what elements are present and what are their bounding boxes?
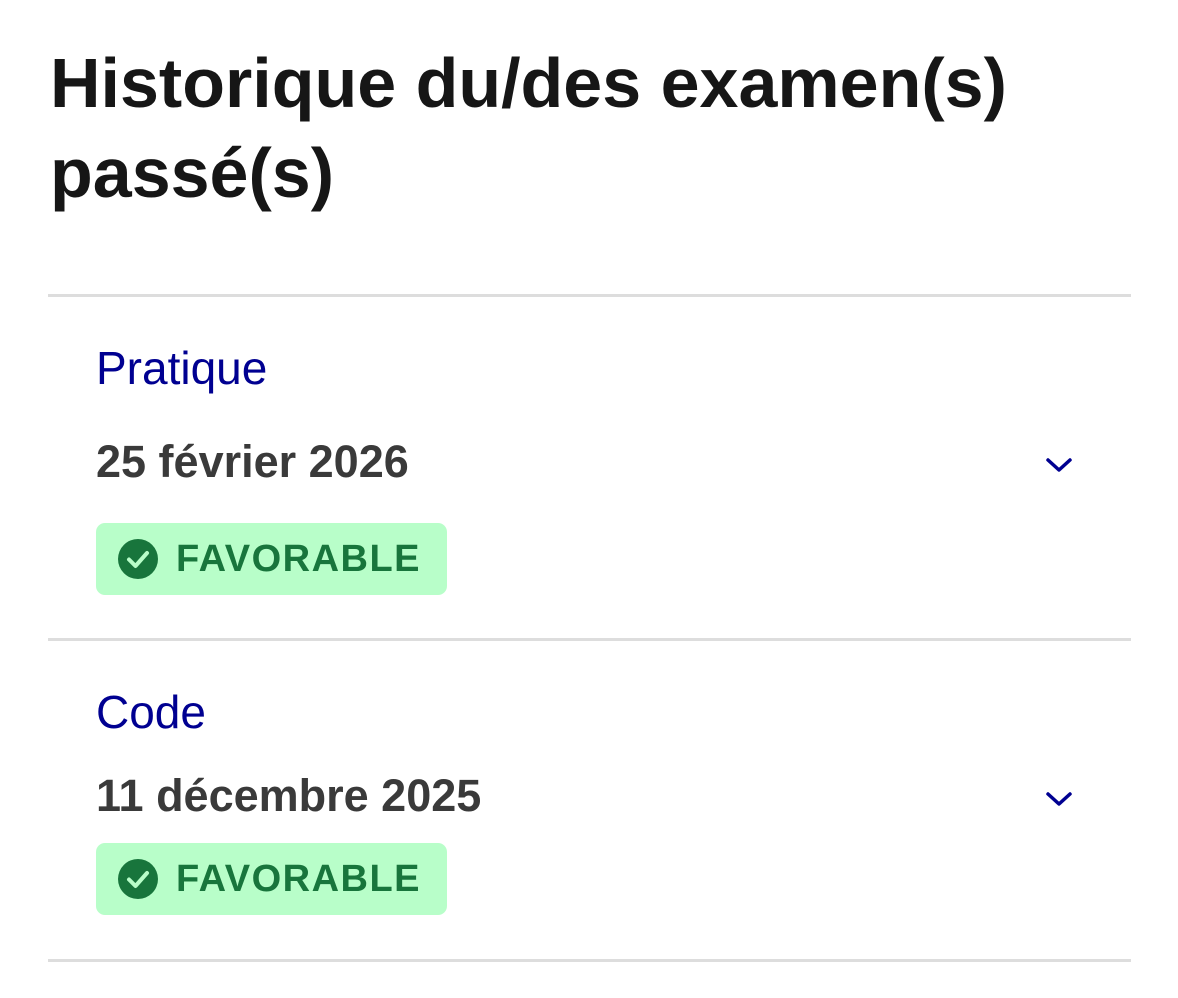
status-badge-label: FAVORABLE xyxy=(176,538,422,580)
status-badge: FAVORABLE xyxy=(96,523,447,595)
exam-date: 11 décembre 2025 xyxy=(96,770,482,821)
exam-item-code[interactable]: Code 11 décembre 2025 FAVORABLE xyxy=(48,641,1131,981)
chevron-down-icon[interactable] xyxy=(1042,453,1076,477)
exam-date: 25 février 2026 xyxy=(96,436,409,487)
divider xyxy=(48,959,1131,962)
status-badge-label: FAVORABLE xyxy=(176,858,422,900)
exam-item-pratique[interactable]: Pratique 25 février 2026 FAVORABLE xyxy=(48,297,1131,637)
exam-type-label: Pratique xyxy=(96,342,268,394)
exam-type-label: Code xyxy=(96,686,206,738)
page-title: Historique du/des examen(s) passé(s) xyxy=(50,44,1007,212)
check-circle-icon xyxy=(118,539,158,579)
chevron-down-icon[interactable] xyxy=(1042,787,1076,811)
check-circle-icon xyxy=(118,859,158,899)
status-badge: FAVORABLE xyxy=(96,843,447,915)
